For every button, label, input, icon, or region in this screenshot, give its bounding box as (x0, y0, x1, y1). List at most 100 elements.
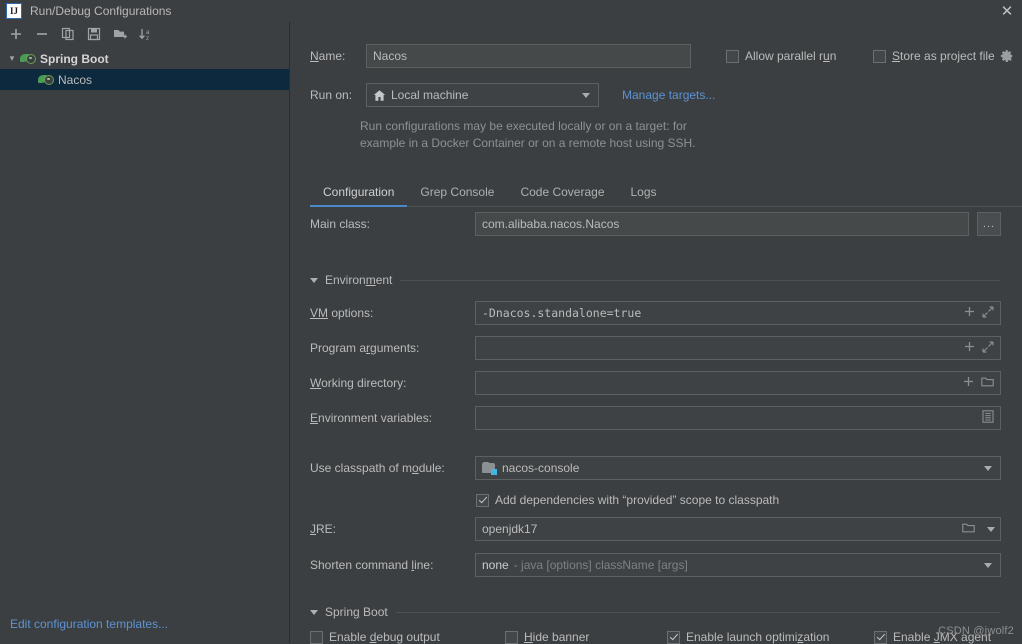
shorten-command-line-row: Shorten command line: none - java [optio… (310, 553, 1001, 577)
environment-variables-label: Environment variables: (310, 411, 433, 425)
hide-banner-checkbox[interactable]: Hide banner (505, 630, 589, 644)
manage-targets-link[interactable]: Manage targets... (622, 88, 715, 102)
list-editor-icon[interactable] (982, 410, 994, 426)
collapse-triangle-icon[interactable] (310, 277, 318, 283)
run-on-hint-line1: Run configurations may be executed local… (360, 119, 687, 133)
spring-boot-icon (38, 72, 54, 88)
configurations-sidebar: a z ▾ Spring Boot Nacos Edit configurati… (0, 22, 290, 643)
jre-input[interactable]: openjdk17 (475, 517, 981, 541)
add-icon[interactable] (963, 376, 974, 390)
checkbox-box (873, 49, 886, 63)
gear-icon[interactable] (1000, 49, 1014, 63)
use-classpath-of-module-row: Use classpath of module: nacos-console (310, 456, 1001, 480)
main-class-browse-button[interactable]: ... (977, 212, 1001, 236)
use-classpath-of-module-value: nacos-console (502, 461, 580, 475)
jre-row: JRE: openjdk17 (310, 517, 1001, 541)
close-icon[interactable]: ✕ (996, 2, 1018, 20)
plus-icon[interactable] (4, 23, 28, 45)
minus-icon[interactable] (30, 23, 54, 45)
expand-icon[interactable] (982, 340, 994, 356)
dialog-title: Run/Debug Configurations (30, 4, 172, 18)
shorten-command-line-label: Shorten command line: (310, 558, 434, 572)
tab-code-coverage[interactable]: Code Coverage (507, 185, 617, 206)
enable-launch-optimization-checkbox[interactable]: Enable launch optimization (667, 630, 829, 644)
run-on-value: Local machine (391, 88, 469, 102)
checkbox-box (505, 630, 518, 644)
home-icon (373, 89, 386, 102)
environment-section-title: Environment (325, 273, 393, 287)
svg-text:z: z (146, 35, 149, 41)
run-on-label: Run on: (310, 88, 353, 102)
chevron-down-icon[interactable] (984, 562, 992, 568)
chevron-down-icon[interactable] (984, 465, 992, 471)
working-directory-label: Working directory: (310, 376, 407, 390)
shorten-command-line-select[interactable]: none - java [options] className [args] (475, 553, 1001, 577)
vm-options-row: VM options: -Dnacos.standalone=true (310, 301, 1001, 325)
jre-value: openjdk17 (482, 522, 538, 536)
chevron-down-icon[interactable] (582, 92, 590, 98)
run-on-select[interactable]: Local machine (366, 83, 599, 107)
working-directory-row: Working directory: (310, 371, 1001, 395)
environment-variables-input[interactable] (475, 406, 1001, 430)
shorten-command-line-hint: - java [options] className [args] (513, 558, 688, 572)
checkbox-box (667, 630, 680, 644)
vm-options-value: -Dnacos.standalone=true (482, 306, 642, 320)
program-arguments-input[interactable] (475, 336, 1001, 360)
save-icon[interactable] (82, 23, 106, 45)
checkbox-box (476, 493, 489, 507)
use-classpath-of-module-select[interactable]: nacos-console (475, 456, 1001, 480)
section-divider (395, 611, 1000, 613)
spring-boot-section-header[interactable]: Spring Boot (310, 605, 1000, 619)
add-provided-dependencies-label: Add dependencies with “provided” scope t… (495, 493, 780, 507)
expand-icon[interactable] (982, 305, 994, 321)
working-directory-input[interactable] (475, 371, 1001, 395)
program-arguments-row: Program arguments: (310, 336, 1001, 360)
store-as-project-file-checkbox[interactable]: Store as project file (873, 49, 1014, 63)
copy-icon[interactable] (56, 23, 80, 45)
configuration-tabs: Configuration Grep Console Code Coverage… (310, 177, 1022, 207)
name-input[interactable]: Nacos (366, 44, 691, 68)
environment-section-header[interactable]: Environment (310, 273, 1000, 287)
tree-group-spring-boot[interactable]: ▾ Spring Boot (0, 48, 289, 69)
main-class-value: com.alibaba.nacos.Nacos (482, 217, 620, 231)
allow-parallel-run-checkbox[interactable]: Allow parallel run (726, 49, 836, 63)
vm-options-input[interactable]: -Dnacos.standalone=true (475, 301, 1001, 325)
sort-alphabetical-icon[interactable]: a z (134, 23, 158, 45)
main-class-row: Main class: com.alibaba.nacos.Nacos ... (310, 212, 1001, 236)
add-provided-dependencies-checkbox[interactable]: Add dependencies with “provided” scope t… (476, 493, 779, 507)
checkbox-box (874, 630, 887, 644)
sidebar-toolbar: a z (0, 22, 289, 46)
chevron-down-icon[interactable]: ▾ (4, 53, 20, 64)
run-on-row: Run on: Local machine Manage targets... (310, 83, 715, 107)
new-folder-icon[interactable] (108, 23, 132, 45)
spring-boot-section-title: Spring Boot (325, 605, 388, 619)
edit-configuration-templates-link[interactable]: Edit configuration templates... (10, 617, 168, 631)
configuration-form: Name: Nacos Allow parallel run Store as … (291, 22, 1022, 644)
enable-debug-output-checkbox[interactable]: Enable debug output (310, 630, 440, 644)
add-icon[interactable] (964, 341, 975, 355)
folder-icon[interactable] (981, 376, 994, 391)
tab-logs[interactable]: Logs (618, 185, 670, 206)
jre-label: JRE: (310, 522, 337, 536)
name-row: Name: Nacos (310, 44, 691, 68)
run-debug-configurations-dialog: IJ Run/Debug Configurations ✕ a z ▾ Spri… (0, 0, 1022, 644)
tab-grep-console[interactable]: Grep Console (407, 185, 507, 206)
shorten-command-line-value: none (482, 558, 509, 572)
module-icon (482, 461, 497, 475)
main-class-input[interactable]: com.alibaba.nacos.Nacos (475, 212, 969, 236)
name-value: Nacos (373, 49, 408, 63)
title-bar: IJ Run/Debug Configurations ✕ (0, 0, 1022, 23)
vm-options-label: VM options: (310, 306, 374, 320)
collapse-triangle-icon[interactable] (310, 609, 318, 615)
jre-dropdown-button[interactable] (981, 517, 1001, 541)
checkbox-box (310, 630, 323, 644)
tab-configuration[interactable]: Configuration (310, 185, 408, 207)
folder-icon[interactable] (962, 522, 975, 537)
spring-boot-icon (20, 51, 36, 67)
run-on-hint-line2: example in a Docker Container or on a re… (360, 136, 696, 150)
tree-item-nacos[interactable]: Nacos (0, 69, 289, 90)
intellij-logo-icon: IJ (6, 3, 22, 19)
add-icon[interactable] (964, 306, 975, 320)
tree-item-label: Nacos (58, 72, 93, 87)
environment-variables-row: Environment variables: (310, 406, 1001, 430)
